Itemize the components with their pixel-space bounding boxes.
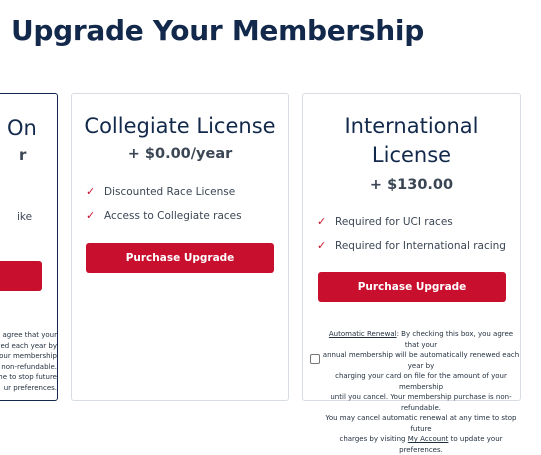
purchase-upgrade-button[interactable]: Purchase Upgrade	[86, 243, 274, 273]
collegiate-license-card: Collegiate License + $0.00/year ✓ Discou…	[71, 93, 289, 401]
international-license-card: International License + $130.00 ✓ Requir…	[302, 93, 521, 454]
feature-label: Required for International racing	[335, 239, 506, 252]
page-title: Upgrade Your Membership	[11, 14, 424, 47]
renewal-line: : By checking this box, you agree that y…	[396, 330, 514, 349]
card-title-fragment: On	[7, 116, 37, 140]
card-price-fragment: r	[19, 146, 27, 164]
feature-item: ✓ Required for UCI races	[317, 215, 453, 228]
check-icon: ✓	[86, 185, 96, 198]
renewal-line: ur preferences.	[3, 383, 57, 392]
membership-card-partial: On r ike agree that your ewed each year …	[0, 93, 58, 401]
feature-fragment: ike	[17, 211, 33, 223]
feature-label: Discounted Race License	[104, 185, 236, 198]
renewal-line: ewed each year by	[0, 341, 57, 350]
automatic-renewal-checkbox[interactable]	[310, 354, 320, 364]
check-icon: ✓	[317, 215, 327, 228]
feature-item: ✓ Required for International racing	[317, 239, 506, 252]
card-title: Collegiate License	[84, 114, 276, 138]
renewal-line: You may cancel automatic renewal at any …	[325, 414, 517, 433]
card-title-line2: License	[371, 143, 452, 167]
my-account-link[interactable]: My Account	[408, 435, 449, 443]
purchase-upgrade-button[interactable]: Purchase Upgrade	[318, 272, 506, 302]
check-icon: ✓	[86, 209, 96, 222]
renewal-line: annual membership will be automatically …	[322, 351, 520, 370]
renewal-text-fragment: agree that your ewed each year by our me…	[0, 330, 57, 393]
card-price: + $0.00/year	[127, 146, 233, 162]
automatic-renewal-label: Automatic Renewal	[328, 330, 397, 338]
card-title-line1: International	[344, 114, 479, 138]
renewal-line: agree that your	[2, 331, 57, 339]
renewal-line: our membership	[0, 352, 57, 360]
renewal-line: until you cancel. Your membership purcha…	[330, 393, 512, 412]
renewal-line: is non-refundable.	[0, 362, 57, 371]
automatic-renewal-text: Automatic Renewal: By checking this box,…	[322, 329, 520, 455]
renewal-line: ime to stop future	[0, 373, 57, 381]
feature-label: Required for UCI races	[335, 215, 453, 228]
purchase-upgrade-button-partial[interactable]	[0, 261, 42, 291]
feature-label: Access to Collegiate races	[104, 209, 242, 222]
feature-item: ✓ Discounted Race License	[86, 185, 235, 198]
check-icon: ✓	[317, 239, 327, 252]
card-price: + $130.00	[369, 177, 454, 193]
renewal-line: charging your card on file for the amoun…	[335, 372, 507, 391]
renewal-line: charges by visiting	[339, 435, 408, 443]
feature-item: ✓ Access to Collegiate races	[86, 209, 242, 222]
